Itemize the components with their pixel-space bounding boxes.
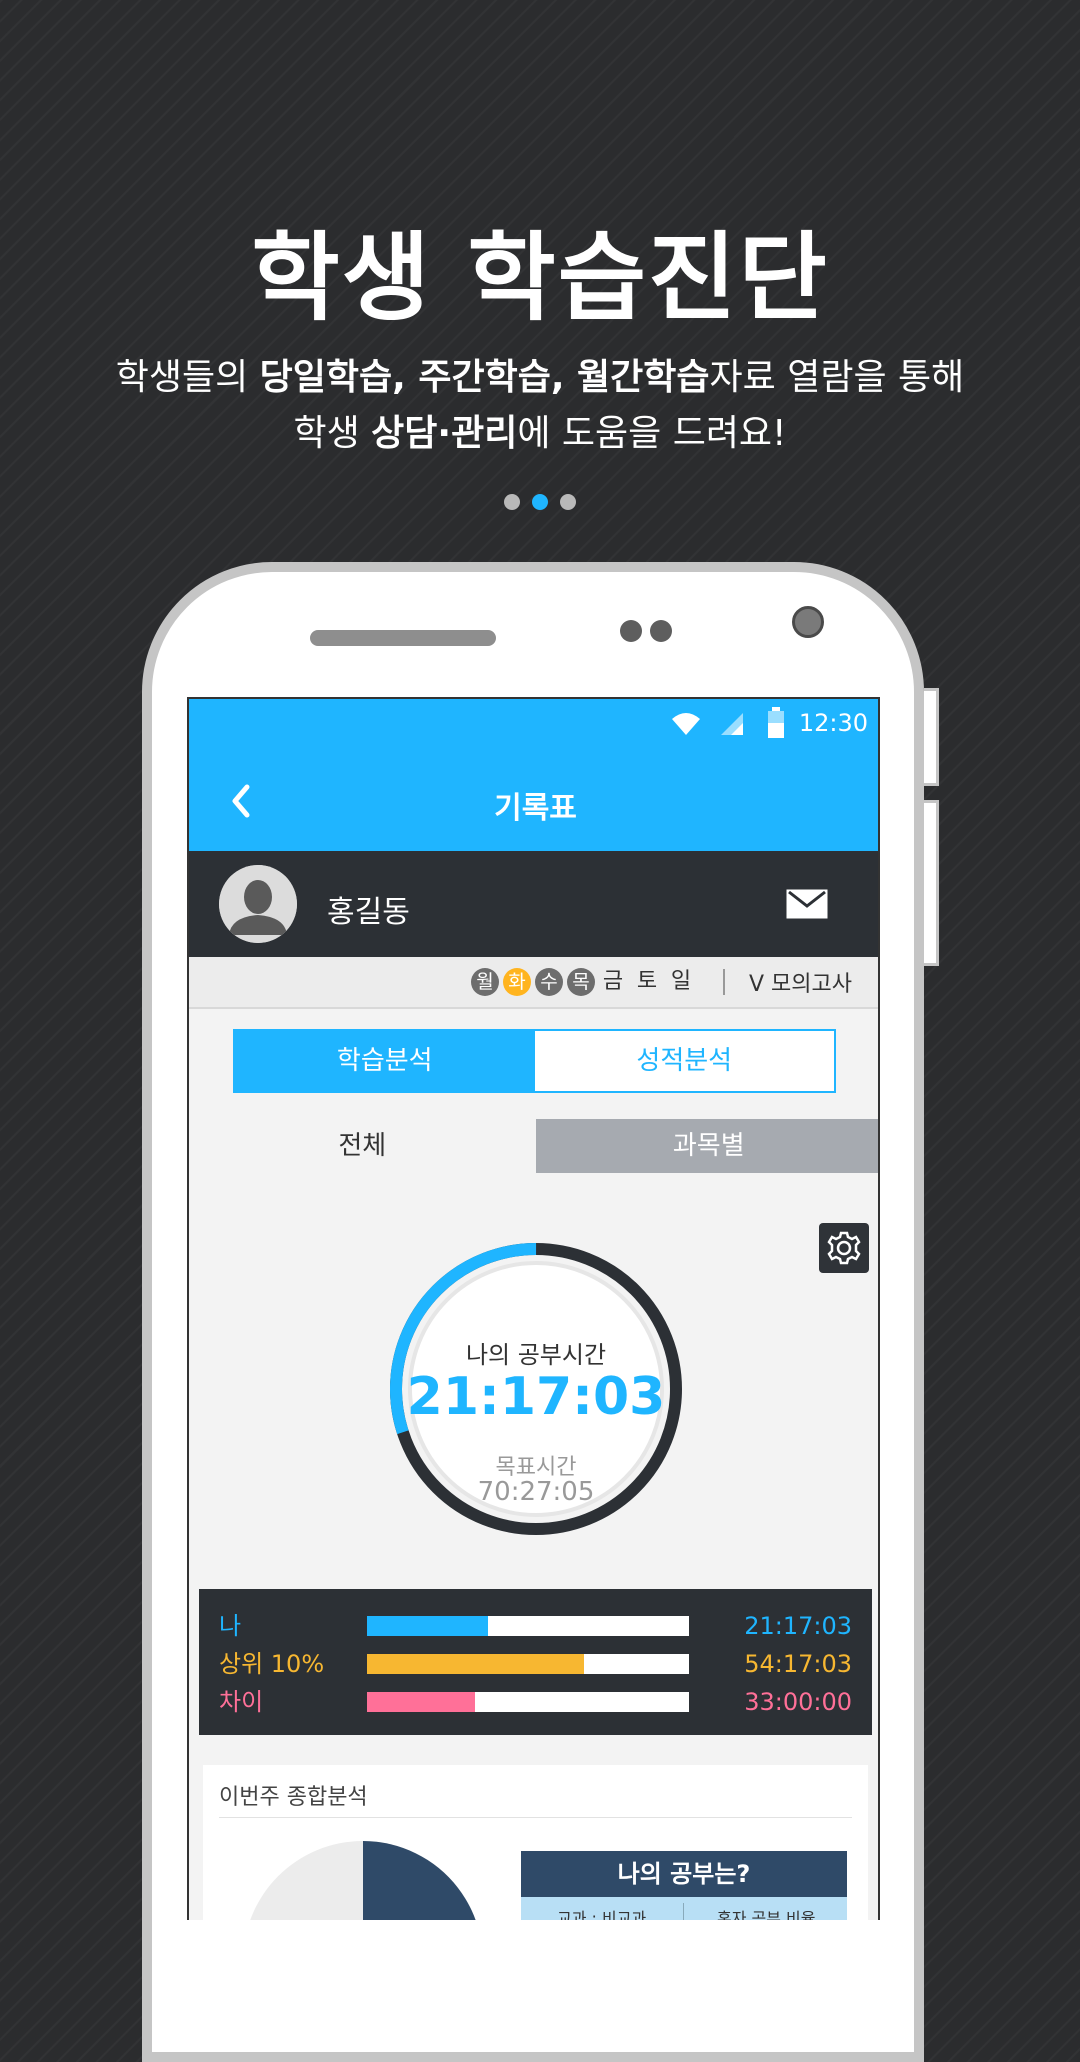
compare-value: 54:17:03 xyxy=(744,1650,852,1678)
column-self-study-ratio: 혼자 공부 비율 xyxy=(717,1909,816,1920)
promo-description: 학생들의 당일학습, 주간학습, 월간학습자료 열람을 통해 학생 상담·관리에… xyxy=(0,350,1080,462)
day-sat[interactable]: 토 xyxy=(633,968,661,996)
promo-line2-b: 상담·관리 xyxy=(371,413,518,454)
settings-button[interactable] xyxy=(819,1223,869,1273)
day-fri[interactable]: 금 xyxy=(599,968,627,996)
day-mon[interactable]: 월 xyxy=(470,968,499,996)
day-thu[interactable]: 목 xyxy=(566,968,595,996)
compare-row-top10: 상위 10% 54:17:03 xyxy=(199,1647,872,1681)
mock-exam-toggle[interactable]: V 모의고사 xyxy=(749,966,852,998)
analysis-segment: 학습분석 성적분석 xyxy=(233,1029,836,1093)
promo-line1-b: 당일학습, 주간학습, 월간학습 xyxy=(259,357,710,398)
user-icon xyxy=(219,865,297,943)
phone-camera xyxy=(792,606,824,638)
phone-side-button-bottom xyxy=(924,800,939,966)
page-indicator[interactable] xyxy=(0,494,1080,514)
status-bar: 12:30 xyxy=(189,699,878,751)
goal-time-value: 70:27:05 xyxy=(477,1477,595,1507)
mail-icon[interactable] xyxy=(786,889,828,919)
study-time-text: 나의 공부시간 21:17:03 목표시간 70:27:05 xyxy=(386,1239,686,1539)
tab-all[interactable]: 전체 xyxy=(189,1119,536,1173)
compare-label: 차이 xyxy=(219,1688,264,1716)
phone-sensor-1 xyxy=(620,620,642,642)
phone-sensor-2 xyxy=(650,620,672,642)
app-screen: 12:30 기록표 홍길동 월 화 수 목 금 토 일 V 모의고사 학습분석 … xyxy=(187,697,880,1920)
pie-slice-main xyxy=(363,1841,476,1920)
day-wed[interactable]: 수 xyxy=(534,968,563,996)
avatar[interactable] xyxy=(219,865,297,943)
weekday-selector: 월 화 수 목 금 토 일 V 모의고사 xyxy=(189,957,878,1009)
promo-line2-c: 에 도움을 드려요! xyxy=(517,413,787,454)
app-bar: 기록표 xyxy=(189,751,878,851)
compare-bar xyxy=(367,1692,689,1712)
segment-grade-analysis[interactable]: 성적분석 xyxy=(535,1031,835,1091)
weekly-pie-chart xyxy=(250,1841,476,1920)
my-study-title: 나의 공부는? xyxy=(521,1851,847,1897)
gear-icon xyxy=(827,1231,861,1265)
compare-bar-fill xyxy=(367,1692,475,1712)
compare-value: 33:00:00 xyxy=(744,1688,852,1716)
battery-icon xyxy=(768,707,784,738)
compare-label: 나 xyxy=(219,1612,242,1640)
weekly-title: 이번주 종합분석 xyxy=(219,1785,368,1810)
phone-side-button-top xyxy=(924,688,939,786)
comparison-panel: 나 21:17:03 상위 10% 54:17:03 차이 33:00:00 xyxy=(199,1589,872,1735)
compare-bar xyxy=(367,1654,689,1674)
weekday-list: 월 화 수 목 금 토 일 V 모의고사 xyxy=(470,965,852,999)
phone-speaker xyxy=(310,630,496,646)
compare-value: 21:17:03 xyxy=(744,1612,852,1640)
column-divider xyxy=(683,1903,684,1920)
compare-bar xyxy=(367,1616,689,1636)
compare-label: 상위 10% xyxy=(219,1650,325,1678)
compare-bar-fill xyxy=(367,1616,488,1636)
compare-bar-fill xyxy=(367,1654,585,1674)
day-sun[interactable]: 일 xyxy=(667,968,695,996)
profile-header: 홍길동 xyxy=(189,851,878,957)
weekly-analysis-card: 이번주 종합분석 나의 공부는? 교과 : 비교과 혼자 공부 비율 xyxy=(203,1765,868,1920)
wifi-icon xyxy=(672,713,700,735)
compare-row-me: 나 21:17:03 xyxy=(199,1609,872,1643)
column-subject-ratio: 교과 : 비교과 xyxy=(557,1909,647,1920)
promo-line2-a: 학생 xyxy=(293,413,372,454)
day-divider xyxy=(722,969,725,995)
promo-line1-c: 자료 열람을 통해 xyxy=(709,357,965,398)
status-clock: 12:30 xyxy=(798,709,868,737)
page-dot-1[interactable] xyxy=(504,494,520,510)
study-time-value: 21:17:03 xyxy=(406,1367,666,1427)
page-dot-3[interactable] xyxy=(560,494,576,510)
compare-row-diff: 차이 33:00:00 xyxy=(199,1685,872,1719)
scope-tabs: 전체 과목별 xyxy=(189,1119,878,1173)
student-name: 홍길동 xyxy=(327,895,410,930)
day-tue[interactable]: 화 xyxy=(502,968,531,996)
tab-by-subject[interactable]: 과목별 xyxy=(535,1119,878,1173)
study-time-label: 나의 공부시간 xyxy=(465,1341,607,1369)
page-dot-2[interactable] xyxy=(532,494,548,510)
promo-title: 학생 학습진단 xyxy=(251,222,829,334)
segment-learning-analysis[interactable]: 학습분석 xyxy=(235,1031,535,1091)
promo-line1-a: 학생들의 xyxy=(115,357,260,398)
page-title: 기록표 xyxy=(494,791,577,826)
my-study-columns: 교과 : 비교과 혼자 공부 비율 xyxy=(521,1897,847,1920)
divider xyxy=(219,1817,852,1818)
signal-icon xyxy=(721,713,743,735)
